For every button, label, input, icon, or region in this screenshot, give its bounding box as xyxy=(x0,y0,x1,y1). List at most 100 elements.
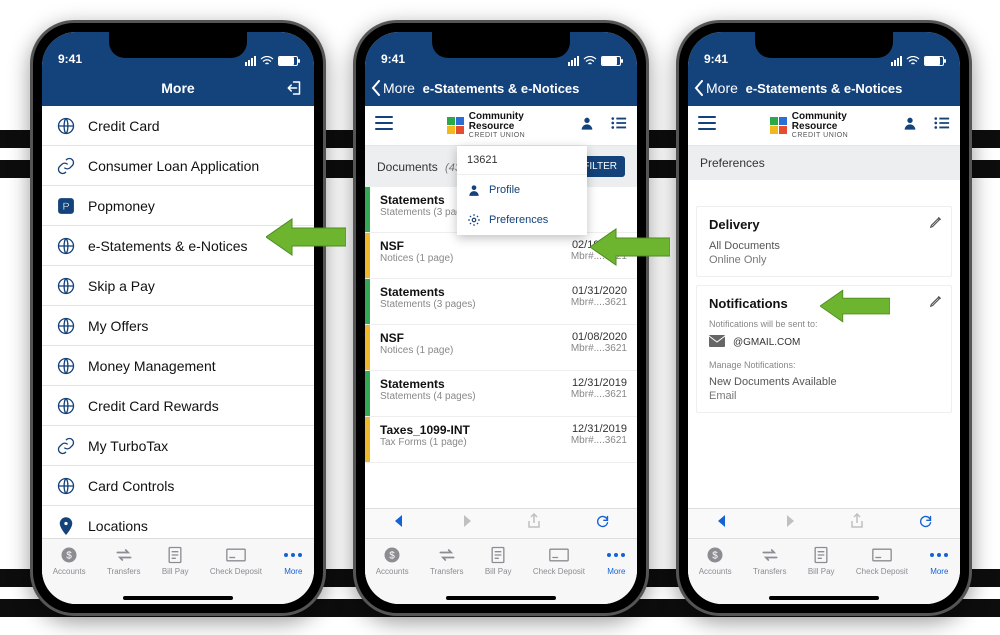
notch xyxy=(109,32,247,58)
tab-label: More xyxy=(607,567,625,576)
status-time: 9:41 xyxy=(58,52,82,66)
globe-icon xyxy=(56,396,76,416)
accounts-icon: $ xyxy=(59,545,79,565)
globe-icon xyxy=(56,316,76,336)
tab-accounts[interactable]: $ Accounts xyxy=(53,545,86,604)
tab-label: More xyxy=(284,567,302,576)
notification-email: @GMAIL.COM xyxy=(733,337,800,348)
menu-item-skip-a-pay[interactable]: Skip a Pay xyxy=(42,266,314,306)
gear-icon xyxy=(467,213,481,227)
tab-more[interactable]: More xyxy=(606,545,626,604)
browser-nav xyxy=(365,508,637,538)
delivery-doc-label: All Documents xyxy=(709,240,939,252)
edit-icon[interactable] xyxy=(929,294,943,311)
documents-label: Documents xyxy=(377,160,438,174)
billpay-icon xyxy=(811,545,831,565)
tab-accounts[interactable]: $ Accounts xyxy=(376,545,409,604)
tab-label: Accounts xyxy=(53,567,86,576)
refresh-icon[interactable] xyxy=(595,514,610,534)
brand-toolbar: Community Resource CREDIT UNION xyxy=(688,106,960,146)
tab-bar: $AccountsTransfersBill PayCheck DepositM… xyxy=(365,538,637,604)
document-row[interactable]: NSFNotices (1 page)01/08/2020Mbr#....362… xyxy=(365,325,637,371)
hamburger-icon[interactable] xyxy=(698,116,716,135)
dropdown-preferences[interactable]: Preferences xyxy=(457,205,587,235)
accounts-icon: $ xyxy=(382,545,402,565)
document-row[interactable]: Taxes_1099-INTTax Forms (1 page)12/31/20… xyxy=(365,417,637,463)
browser-forward-icon[interactable] xyxy=(460,514,474,533)
transfers-icon xyxy=(437,545,457,565)
menu-item-locations[interactable]: Locations xyxy=(42,506,314,538)
refresh-icon[interactable] xyxy=(918,514,933,534)
share-icon[interactable] xyxy=(850,513,864,534)
brand-toolbar: Community Resource CREDIT UNION xyxy=(365,106,637,146)
home-indicator xyxy=(123,596,233,600)
notch xyxy=(432,32,570,58)
user-icon[interactable] xyxy=(902,115,918,136)
list-icon[interactable] xyxy=(611,116,627,135)
dropdown-profile[interactable]: Profile xyxy=(457,175,587,205)
browser-back-icon[interactable] xyxy=(715,514,729,533)
callout-arrow-1 xyxy=(266,215,346,259)
nav-title: e-Statements & e-Notices xyxy=(423,81,580,96)
check-icon xyxy=(226,545,246,565)
document-row[interactable]: StatementsStatements (4 pages)12/31/2019… xyxy=(365,371,637,417)
notification-event: New Documents Available xyxy=(709,376,939,388)
back-label: More xyxy=(383,80,415,96)
tab-label: Check Deposit xyxy=(210,567,262,576)
pin-icon xyxy=(56,516,76,536)
back-button[interactable]: More xyxy=(694,70,738,106)
notification-channel: Email xyxy=(709,390,939,402)
menu-item-label: Money Management xyxy=(88,358,216,374)
tab-label: Transfers xyxy=(107,567,141,576)
share-icon[interactable] xyxy=(527,513,541,534)
tab-label: Transfers xyxy=(753,567,787,576)
nav-title: e-Statements & e-Notices xyxy=(746,81,903,96)
home-indicator xyxy=(769,596,879,600)
user-icon xyxy=(467,183,481,197)
signal-icon xyxy=(245,56,256,66)
tab-more[interactable]: More xyxy=(283,545,303,604)
accounts-icon: $ xyxy=(705,545,725,565)
menu-item-label: My Offers xyxy=(88,318,148,334)
wifi-icon xyxy=(583,56,597,66)
menu-item-label: My TurboTax xyxy=(88,438,168,454)
check-icon xyxy=(549,545,569,565)
menu-item-credit-card[interactable]: Credit Card xyxy=(42,106,314,146)
brand-logo: Community Resource CREDIT UNION xyxy=(447,112,525,139)
billpay-icon xyxy=(165,545,185,565)
menu-item-my-offers[interactable]: My Offers xyxy=(42,306,314,346)
mail-icon xyxy=(709,335,725,350)
callout-arrow-2 xyxy=(590,225,670,269)
tab-label: Bill Pay xyxy=(808,567,835,576)
menu-item-card-controls[interactable]: Card Controls xyxy=(42,466,314,506)
phone-more: 9:41 More Credit CardConsumer Loan Appli… xyxy=(30,20,326,616)
wifi-icon xyxy=(260,56,274,66)
menu-item-money-management[interactable]: Money Management xyxy=(42,346,314,386)
hamburger-icon[interactable] xyxy=(375,116,393,135)
manage-label: Manage Notifications: xyxy=(709,360,939,370)
menu-item-consumer-loan-application[interactable]: Consumer Loan Application xyxy=(42,146,314,186)
edit-icon[interactable] xyxy=(929,215,943,232)
delivery-mode: Online Only xyxy=(709,254,939,266)
svg-text:$: $ xyxy=(712,550,718,561)
logout-icon[interactable] xyxy=(286,70,304,106)
battery-icon xyxy=(924,56,944,66)
tab-accounts[interactable]: $Accounts xyxy=(699,545,732,604)
delivery-heading: Delivery xyxy=(709,217,939,232)
tab-more[interactable]: More xyxy=(929,545,949,604)
preferences-label: Preferences xyxy=(700,156,765,170)
document-row[interactable]: StatementsStatements (3 pages)01/31/2020… xyxy=(365,279,637,325)
menu-item-my-turbotax[interactable]: My TurboTax xyxy=(42,426,314,466)
home-indicator xyxy=(446,596,556,600)
user-icon[interactable] xyxy=(579,115,595,136)
browser-back-icon[interactable] xyxy=(392,514,406,533)
back-button[interactable]: More xyxy=(371,70,415,106)
nav-title: More xyxy=(161,80,194,96)
list-icon[interactable] xyxy=(934,116,950,135)
nav-bar: More e-Statements & e-Notices xyxy=(365,70,637,106)
globe-icon xyxy=(56,276,76,296)
browser-forward-icon[interactable] xyxy=(783,514,797,533)
menu-item-label: Credit Card Rewards xyxy=(88,398,219,414)
tab-label: Accounts xyxy=(376,567,409,576)
menu-item-credit-card-rewards[interactable]: Credit Card Rewards xyxy=(42,386,314,426)
